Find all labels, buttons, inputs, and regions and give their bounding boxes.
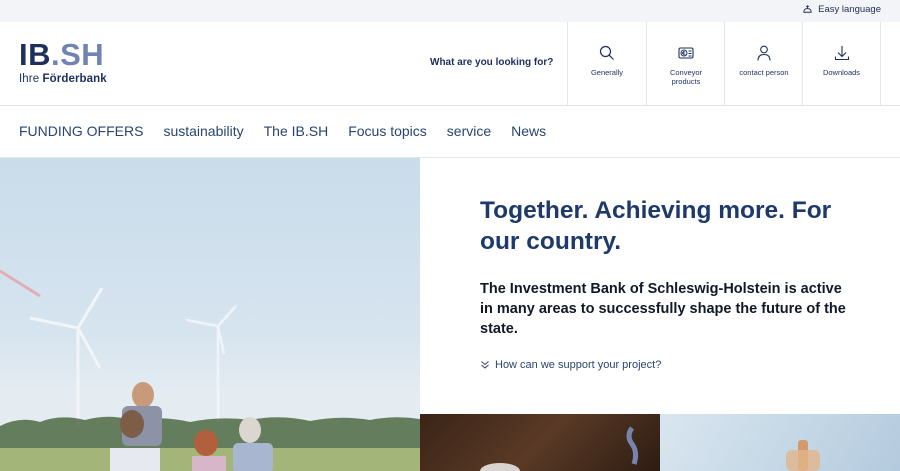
search-icon	[599, 45, 614, 60]
wind-turbine-left	[29, 287, 104, 426]
main-navigation: FUNDING OFFERS sustainability The IB.SH …	[0, 106, 900, 158]
hero-lead: The Investment Bank of Schleswig-Holstei…	[480, 281, 846, 337]
hero-text-panel: Together. Achieving more. For our countr…	[420, 158, 900, 414]
teaser-image-left[interactable]	[420, 414, 660, 471]
wind-turbine-right	[185, 305, 237, 423]
logo-sub-prefix: Ihre	[19, 73, 43, 85]
utility-bar: Easy language	[0, 0, 900, 22]
person-icon	[757, 45, 771, 61]
teaser-image-right[interactable]	[660, 414, 900, 471]
easy-language-icon	[803, 5, 812, 13]
nav-focus-topics[interactable]: Focus topics	[348, 123, 427, 139]
tool-conveyor-products-label: Conveyor products	[669, 68, 703, 86]
nav-funding-offers[interactable]: FUNDING OFFERS	[19, 123, 143, 139]
nav-service[interactable]: service	[447, 123, 491, 139]
easy-language-link[interactable]: Easy language	[802, 4, 881, 15]
tool-conveyor-products[interactable]: Conveyor products	[646, 22, 725, 106]
tool-downloads-label: Downloads	[822, 68, 861, 77]
easy-language-label: Easy language	[818, 4, 881, 15]
download-icon	[834, 46, 849, 61]
hero-title: Together. Achieving more. For our countr…	[480, 197, 832, 255]
search-prompt-link[interactable]: What are you looking for?	[430, 57, 553, 68]
support-project-label: How can we support your project?	[495, 359, 662, 371]
double-chevron-down-icon	[481, 361, 489, 369]
nav-the-ibsh[interactable]: The IB.SH	[264, 123, 329, 139]
tool-contact-person-label: contact person	[739, 68, 789, 77]
logo-sh: .SH	[51, 37, 105, 72]
tool-downloads[interactable]: Downloads	[802, 22, 881, 106]
tool-generally-label: Generally	[590, 68, 624, 77]
site-header: IB.SH Ihre Förderbank What are you looki…	[0, 22, 900, 106]
support-project-link[interactable]: How can we support your project?	[480, 359, 661, 371]
euro-coins-icon	[678, 47, 694, 59]
tool-contact-person[interactable]: contact person	[724, 22, 803, 106]
tool-generally[interactable]: Generally	[567, 22, 646, 106]
logo-sub-brand: Förderbank	[42, 73, 107, 85]
hero-family-wind-turbines-image	[0, 158, 420, 471]
nav-news[interactable]: News	[511, 123, 546, 139]
nav-sustainability[interactable]: sustainability	[163, 123, 243, 139]
wind-turbine-left-stripes	[0, 269, 41, 298]
logo-ib: IB	[19, 37, 51, 72]
ibsh-logo[interactable]: IB.SH Ihre Förderbank	[19, 37, 107, 85]
